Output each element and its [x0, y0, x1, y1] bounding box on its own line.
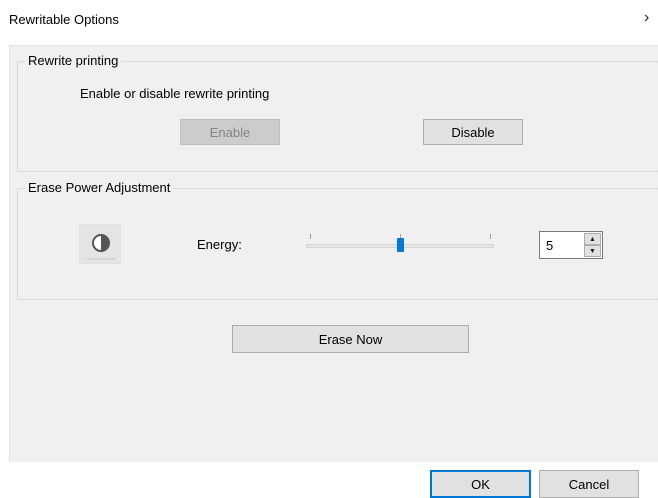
energy-slider[interactable]: [306, 229, 496, 257]
chevron-right-icon[interactable]: ›: [644, 9, 649, 27]
stepper-up-button[interactable]: ▲: [584, 233, 601, 245]
rewrite-printing-description: Enable or disable rewrite printing: [80, 86, 270, 101]
energy-label: Energy:: [197, 237, 242, 252]
ok-button[interactable]: OK: [430, 470, 531, 498]
cancel-button[interactable]: Cancel: [539, 470, 639, 498]
erase-now-button[interactable]: Erase Now: [232, 325, 469, 353]
energy-value[interactable]: 5: [546, 238, 553, 253]
erase-power-group-label: Erase Power Adjustment: [25, 180, 174, 195]
triangle-down-icon: ▼: [589, 247, 596, 255]
stepper-buttons: ▲ ▼: [584, 233, 601, 257]
contrast-icon: [79, 224, 121, 264]
window-title: Rewritable Options: [9, 12, 119, 27]
rewrite-printing-group-label: Rewrite printing: [25, 53, 122, 68]
title-bar: Rewritable Options ›: [0, 0, 658, 40]
dialog-content: Rewrite printing Enable or disable rewri…: [9, 45, 658, 462]
erase-power-group: Erase Power Adjustment Energy: 5 ▲ ▼: [17, 180, 658, 300]
rewrite-printing-group: Rewrite printing Enable or disable rewri…: [17, 53, 658, 172]
stepper-down-button[interactable]: ▼: [584, 245, 601, 257]
slider-tick-min: [310, 234, 311, 239]
slider-tick-max: [490, 234, 491, 239]
energy-stepper[interactable]: 5 ▲ ▼: [539, 231, 603, 259]
triangle-up-icon: ▲: [589, 235, 596, 243]
slider-thumb[interactable]: [397, 238, 404, 252]
disable-button[interactable]: Disable: [423, 119, 523, 145]
enable-button[interactable]: Enable: [180, 119, 280, 145]
